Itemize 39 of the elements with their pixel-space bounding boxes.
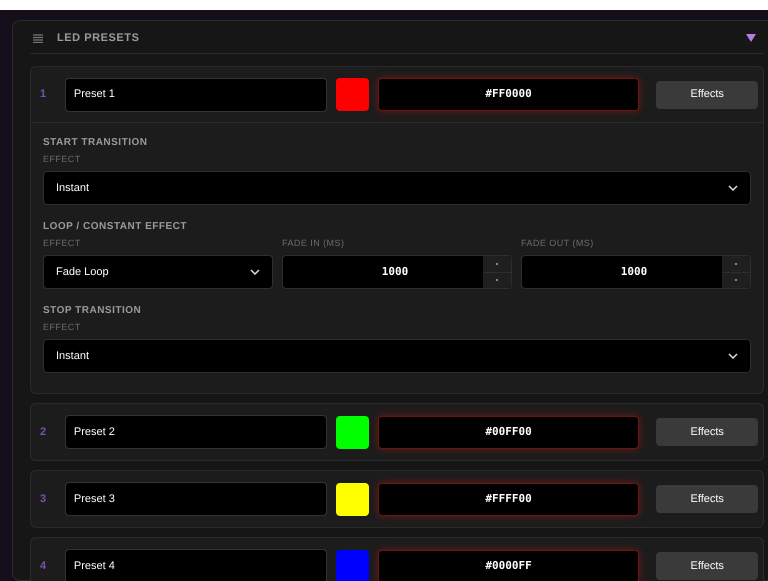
hex-field[interactable]: #FFFF00: [378, 482, 640, 516]
hex-field[interactable]: #0000FF: [378, 550, 640, 581]
name-field[interactable]: Preset 4: [64, 549, 327, 581]
field-label: FADE OUT (MS): [521, 238, 595, 248]
name-field[interactable]: Preset 2: [64, 415, 327, 449]
field-label: EFFECT: [43, 238, 82, 248]
preset-number: 3: [40, 492, 48, 507]
effects-button[interactable]: Effects: [656, 552, 758, 580]
effect-select[interactable]: Instant: [43, 339, 751, 373]
effects-button[interactable]: Effects: [656, 485, 758, 513]
menu-icon: [33, 34, 43, 42]
effects-button[interactable]: Effects: [656, 80, 758, 108]
number-field[interactable]: 1000: [521, 255, 751, 289]
color-swatch[interactable]: [336, 482, 369, 516]
chevron-down-icon: [250, 269, 260, 275]
panel-title: LED PRESETS: [57, 30, 140, 46]
effect-select[interactable]: Instant: [43, 171, 751, 205]
preset-number: 4: [40, 558, 48, 574]
field-label: EFFECT: [43, 154, 82, 164]
section-title: LOOP / CONSTANT EFFECT: [43, 220, 188, 234]
section-title: START TRANSITION: [43, 136, 148, 150]
chevron-down-icon: [728, 185, 738, 191]
name-field[interactable]: Preset 1: [64, 78, 327, 112]
section-title: STOP TRANSITION: [43, 304, 142, 318]
effect-select[interactable]: Fade Loop: [43, 255, 273, 289]
effects-button[interactable]: Effects: [656, 418, 758, 446]
name-field[interactable]: Preset 3: [64, 482, 327, 516]
field-label: FADE IN (MS): [282, 238, 346, 248]
hex-field[interactable]: #FF0000: [378, 78, 640, 111]
number-field[interactable]: 1000: [282, 255, 512, 289]
color-swatch[interactable]: [336, 550, 369, 581]
chevron-down-icon: [728, 353, 738, 359]
preset-number: 1: [40, 87, 48, 102]
color-swatch[interactable]: [336, 416, 369, 448]
preset-number: 2: [40, 424, 48, 440]
triangle-down-icon[interactable]: [746, 34, 756, 42]
field-label: EFFECT: [43, 322, 82, 332]
color-swatch[interactable]: [336, 78, 369, 111]
hex-field[interactable]: #00FF00: [378, 416, 640, 448]
